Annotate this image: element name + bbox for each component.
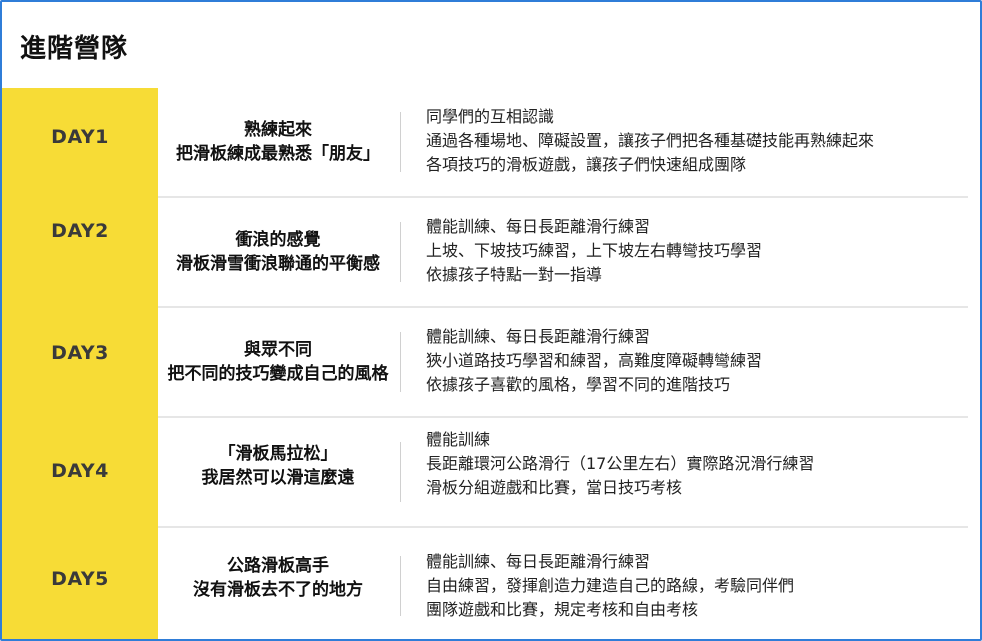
day-label: DAY5 xyxy=(51,568,109,590)
theme-title: 衝浪的感覺 xyxy=(235,230,321,250)
theme-title: 與眾不同 xyxy=(244,340,312,360)
detail-item: 體能訓練 xyxy=(426,430,491,449)
page-title: 進階營隊 xyxy=(20,34,129,64)
day-label: DAY4 xyxy=(51,460,109,482)
schedule-row-day1: DAY1 熟練起來 把滑板練成最熟悉「朋友」 同學們的互相認識 通過各種場地、障… xyxy=(2,88,968,198)
detail-item: 滑板分組遊戲和比賽，當日技巧考核 xyxy=(426,478,683,497)
theme-subtitle: 沒有滑板去不了的地方 xyxy=(193,580,363,600)
day-details: 體能訓練 長距離環河公路滑行（17公里左右）實際路況滑行練習 滑板分組遊戲和比賽… xyxy=(426,428,956,500)
schedule-row-day5: DAY5 公路滑板高手 沒有滑板去不了的地方 體能訓練、每日長距離滑行練習 自由… xyxy=(2,528,968,638)
day-theme: 公路滑板高手 沒有滑板去不了的地方 xyxy=(158,554,398,602)
column-divider xyxy=(400,222,401,282)
column-divider xyxy=(400,112,401,172)
detail-item: 上坡、下坡技巧練習，上下坡左右轉彎技巧學習 xyxy=(426,241,763,260)
detail-item: 依據孩子喜歡的風格，學習不同的進階技巧 xyxy=(426,375,731,394)
detail-item: 通過各種場地、障礙設置，讓孩子們把各種基礎技能再熟練起來 xyxy=(426,131,875,150)
theme-title: 「滑板馬拉松」 xyxy=(218,444,338,464)
day-label: DAY2 xyxy=(51,220,109,242)
theme-title: 公路滑板高手 xyxy=(227,556,329,576)
day-label: DAY3 xyxy=(51,342,109,364)
column-divider xyxy=(400,332,401,392)
detail-item: 體能訓練、每日長距離滑行練習 xyxy=(426,552,651,571)
detail-item: 同學們的互相認識 xyxy=(426,107,555,126)
schedule-row-day4: DAY4 「滑板馬拉松」 我居然可以滑這麼遠 體能訓練 長距離環河公路滑行（17… xyxy=(2,418,968,528)
day-theme: 熟練起來 把滑板練成最熟悉「朋友」 xyxy=(158,118,398,166)
theme-subtitle: 把不同的技巧變成自己的風格 xyxy=(167,364,389,384)
day-theme: 與眾不同 把不同的技巧變成自己的風格 xyxy=(158,338,398,386)
day-theme: 衝浪的感覺 滑板滑雪衝浪聯通的平衡感 xyxy=(158,228,398,276)
column-divider xyxy=(400,442,401,502)
day-details: 體能訓練、每日長距離滑行練習 上坡、下坡技巧練習，上下坡左右轉彎技巧學習 依據孩… xyxy=(426,215,956,287)
theme-title: 熟練起來 xyxy=(244,120,312,140)
detail-item: 自由練習，發揮創造力建造自己的路線，考驗同伴們 xyxy=(426,576,795,595)
detail-item: 依據孩子特點一對一指導 xyxy=(426,265,603,284)
day-details: 體能訓練、每日長距離滑行練習 狹小道路技巧學習和練習，高難度障礙轉彎練習 依據孩… xyxy=(426,325,956,397)
detail-item: 長距離環河公路滑行（17公里左右）實際路況滑行練習 xyxy=(426,454,815,473)
detail-item: 狹小道路技巧學習和練習，高難度障礙轉彎練習 xyxy=(426,351,763,370)
detail-item: 團隊遊戲和比賽，規定考核和自由考核 xyxy=(426,600,699,619)
detail-item: 體能訓練、每日長距離滑行練習 xyxy=(426,327,651,346)
day-theme: 「滑板馬拉松」 我居然可以滑這麼遠 xyxy=(158,442,398,490)
detail-item: 各項技巧的滑板遊戲，讓孩子們快速組成團隊 xyxy=(426,155,747,174)
theme-subtitle: 我居然可以滑這麼遠 xyxy=(201,468,355,488)
detail-item: 體能訓練、每日長距離滑行練習 xyxy=(426,217,651,236)
column-divider xyxy=(400,556,401,616)
day-label: DAY1 xyxy=(51,126,109,148)
day-details: 同學們的互相認識 通過各種場地、障礙設置，讓孩子們把各種基礎技能再熟練起來 各項… xyxy=(426,105,956,177)
theme-subtitle: 滑板滑雪衝浪聯通的平衡感 xyxy=(176,254,380,274)
schedule-table: DAY1 熟練起來 把滑板練成最熟悉「朋友」 同學們的互相認識 通過各種場地、障… xyxy=(2,88,968,639)
schedule-row-day2: DAY2 衝浪的感覺 滑板滑雪衝浪聯通的平衡感 體能訓練、每日長距離滑行練習 上… xyxy=(2,198,968,308)
theme-subtitle: 把滑板練成最熟悉「朋友」 xyxy=(176,144,380,164)
schedule-row-day3: DAY3 與眾不同 把不同的技巧變成自己的風格 體能訓練、每日長距離滑行練習 狹… xyxy=(2,308,968,418)
day-details: 體能訓練、每日長距離滑行練習 自由練習，發揮創造力建造自己的路線，考驗同伴們 團… xyxy=(426,550,956,622)
